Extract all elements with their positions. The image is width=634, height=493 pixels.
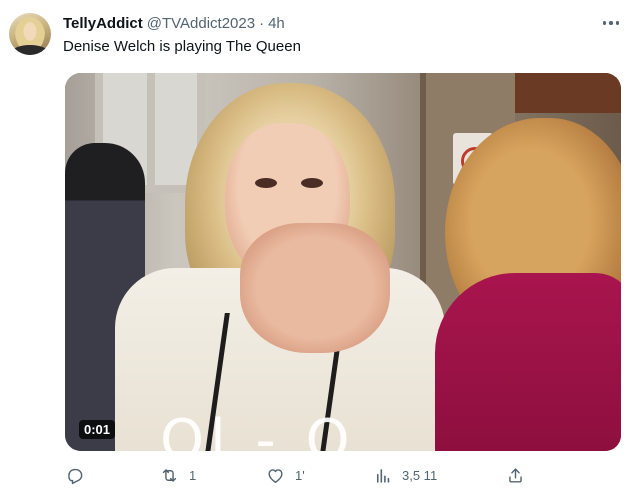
retweet-count: 1 bbox=[189, 467, 197, 483]
share-icon bbox=[509, 467, 522, 483]
retweet-icon bbox=[162, 468, 177, 482]
separator-dot: · bbox=[259, 14, 265, 32]
views-count: 3,5 11 bbox=[402, 467, 438, 483]
reply-button[interactable] bbox=[65, 464, 94, 486]
tweet-timestamp[interactable]: 4h bbox=[268, 15, 285, 32]
views-icon bbox=[376, 468, 390, 483]
retweet-button[interactable]: 1 bbox=[160, 464, 196, 486]
heart-icon bbox=[268, 468, 283, 483]
like-count: 1' bbox=[295, 467, 305, 483]
user-handle[interactable]: @TVAddict2023 bbox=[147, 15, 255, 32]
avatar[interactable] bbox=[9, 13, 51, 55]
like-button[interactable]: 1' bbox=[266, 464, 305, 486]
video-duration-badge: 0:01 bbox=[79, 420, 116, 439]
share-button[interactable] bbox=[506, 464, 525, 486]
more-options-icon[interactable] bbox=[600, 16, 622, 30]
display-name[interactable]: TellyAddict bbox=[63, 15, 143, 32]
reply-icon bbox=[68, 468, 83, 484]
video-caption: Ol - O bbox=[160, 408, 356, 452]
views-button[interactable]: 3,5 11 bbox=[373, 464, 437, 486]
tweet-header: TellyAddict @TVAddict2023 · 4h bbox=[63, 13, 285, 33]
video-player[interactable]: Ol - O 0:01 bbox=[65, 73, 621, 451]
tweet-text: Denise Welch is playing The Queen bbox=[63, 38, 301, 55]
